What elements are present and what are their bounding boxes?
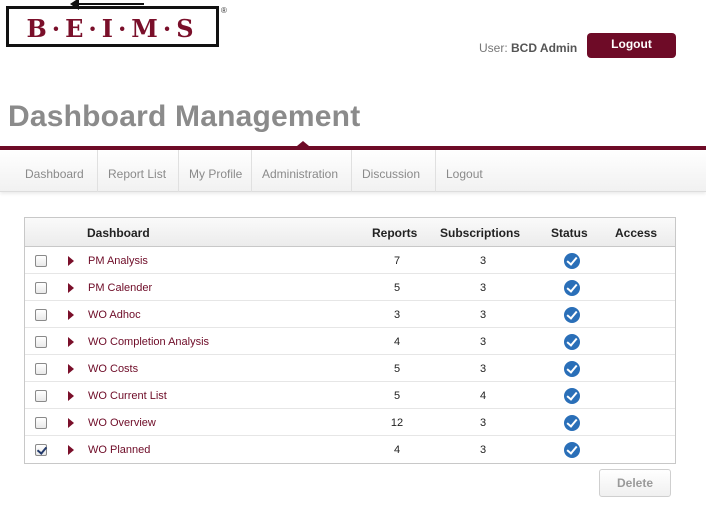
row-checkbox[interactable]: [35, 363, 47, 375]
subscriptions-count: 3: [479, 417, 487, 429]
reports-count: 7: [393, 255, 401, 267]
header-dashboard[interactable]: Dashboard: [87, 218, 150, 248]
dashboard-table: Dashboard Reports Subscriptions Status A…: [24, 217, 676, 464]
main-nav: Dashboard Report List My Profile Adminis…: [0, 150, 706, 192]
row-checkbox[interactable]: [35, 309, 47, 321]
reports-count: 3: [393, 309, 401, 321]
reports-count: 4: [393, 444, 401, 456]
reports-count: 4: [393, 336, 401, 348]
dashboard-name-link[interactable]: WO Current List: [88, 382, 167, 410]
header-reports[interactable]: Reports: [372, 218, 417, 248]
expand-arrow-icon[interactable]: [68, 256, 74, 266]
nav-item-my-profile[interactable]: My Profile: [179, 150, 252, 192]
subscriptions-count: 3: [479, 282, 487, 294]
subscriptions-count: 3: [479, 255, 487, 267]
expand-arrow-icon[interactable]: [68, 445, 74, 455]
status-check-icon: [564, 442, 580, 458]
expand-arrow-icon[interactable]: [68, 337, 74, 347]
table-row[interactable]: WO Overview 12 3: [25, 409, 675, 436]
expand-arrow-icon[interactable]: [68, 391, 74, 401]
expand-arrow-icon[interactable]: [68, 310, 74, 320]
row-checkbox[interactable]: [35, 417, 47, 429]
table-row[interactable]: WO Adhoc 3 3: [25, 301, 675, 328]
dashboard-name-link[interactable]: WO Completion Analysis: [88, 328, 209, 356]
row-checkbox-checked[interactable]: [35, 444, 47, 456]
header-status[interactable]: Status: [551, 218, 588, 248]
dashboard-name-link[interactable]: PM Analysis: [88, 247, 148, 275]
expand-arrow-icon[interactable]: [68, 364, 74, 374]
table-row[interactable]: WO Planned 4 3: [25, 436, 675, 463]
subscriptions-count: 3: [479, 336, 487, 348]
table-row[interactable]: PM Analysis 7 3: [25, 247, 675, 274]
table-row[interactable]: PM Calender 5 3: [25, 274, 675, 301]
page: B·E·I·M·S ® User: BCD Admin Logout Dashb…: [0, 0, 706, 512]
logout-button[interactable]: Logout: [587, 33, 676, 58]
row-checkbox[interactable]: [35, 255, 47, 267]
table-header: Dashboard Reports Subscriptions Status A…: [25, 218, 675, 247]
subscriptions-count: 3: [479, 444, 487, 456]
dashboard-name-link[interactable]: WO Planned: [88, 436, 150, 464]
dashboard-name-link[interactable]: PM Calender: [88, 274, 152, 302]
nav-item-administration[interactable]: Administration: [252, 150, 352, 192]
nav-item-discussion[interactable]: Discussion: [352, 150, 436, 192]
header-subscriptions[interactable]: Subscriptions: [440, 218, 520, 248]
row-checkbox[interactable]: [35, 390, 47, 402]
status-check-icon: [564, 307, 580, 323]
dashboard-name-link[interactable]: WO Overview: [88, 409, 156, 437]
table-row[interactable]: WO Completion Analysis 4 3: [25, 328, 675, 355]
beims-logo: B·E·I·M·S: [6, 6, 219, 47]
table-row[interactable]: WO Costs 5 3: [25, 355, 675, 382]
status-check-icon: [564, 388, 580, 404]
user-info: User: BCD Admin: [479, 41, 577, 55]
subscriptions-count: 4: [479, 390, 487, 402]
status-check-icon: [564, 280, 580, 296]
reports-count: 5: [393, 390, 401, 402]
status-check-icon: [564, 334, 580, 350]
header-access[interactable]: Access: [615, 218, 657, 248]
subscriptions-count: 3: [479, 363, 487, 375]
nav-item-report-list[interactable]: Report List: [98, 150, 179, 192]
page-title: Dashboard Management: [8, 100, 361, 133]
user-name: BCD Admin: [511, 41, 578, 55]
status-check-icon: [564, 253, 580, 269]
row-checkbox[interactable]: [35, 282, 47, 294]
dashboard-name-link[interactable]: WO Adhoc: [88, 301, 141, 329]
reports-count: 5: [393, 363, 401, 375]
status-check-icon: [564, 415, 580, 431]
delete-button[interactable]: Delete: [599, 469, 671, 497]
expand-arrow-icon[interactable]: [68, 418, 74, 428]
dashboard-name-link[interactable]: WO Costs: [88, 355, 138, 383]
logo-text: B·E·I·M·S: [26, 14, 199, 43]
status-check-icon: [564, 361, 580, 377]
reports-count: 12: [390, 417, 404, 429]
nav-item-logout[interactable]: Logout: [436, 150, 506, 192]
expand-arrow-icon[interactable]: [68, 283, 74, 293]
subscriptions-count: 3: [479, 309, 487, 321]
table-row[interactable]: WO Current List 5 4: [25, 382, 675, 409]
user-label: User:: [479, 41, 508, 55]
logo-arrow-icon: [70, 0, 144, 10]
row-checkbox[interactable]: [35, 336, 47, 348]
logo-registered-mark: ®: [221, 6, 227, 15]
nav-item-dashboard[interactable]: Dashboard: [0, 150, 98, 192]
reports-count: 5: [393, 282, 401, 294]
